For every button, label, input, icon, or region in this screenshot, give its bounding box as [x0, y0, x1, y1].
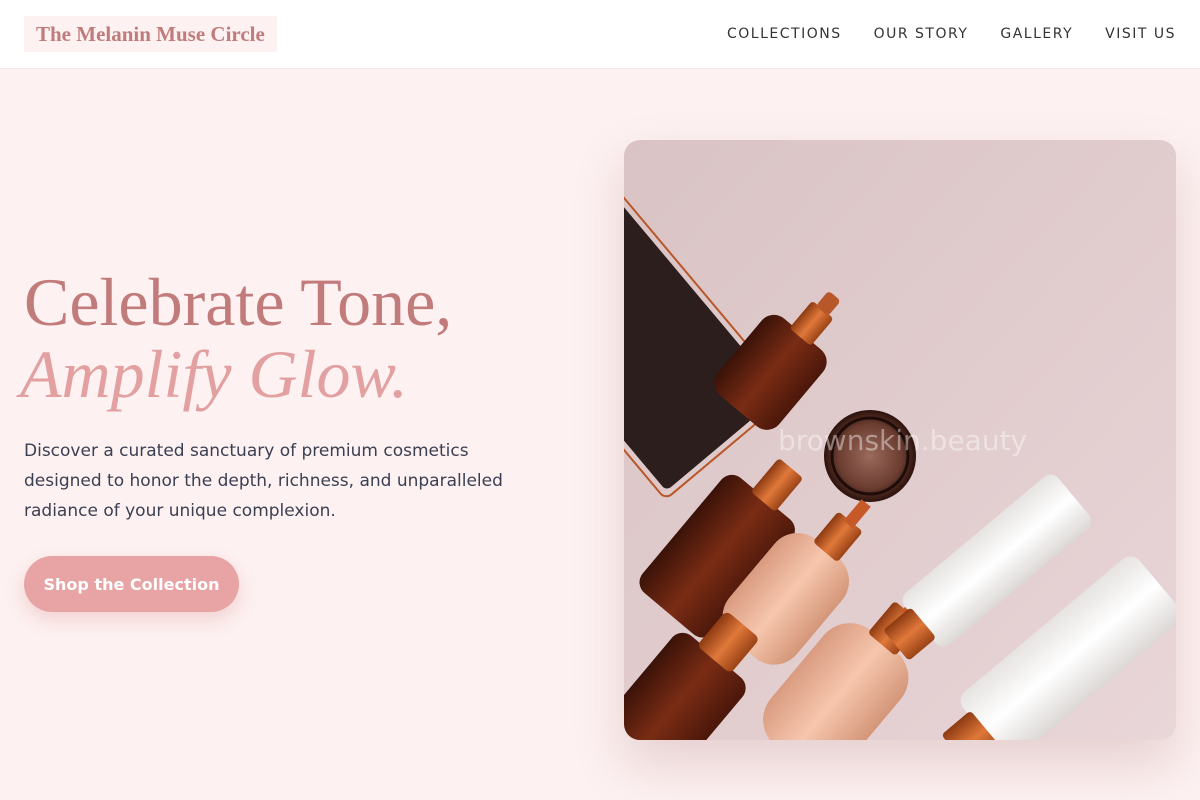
hero-title: Celebrate Tone, Amplify Glow.: [20, 264, 453, 410]
nav-link-collections[interactable]: COLLECTIONS: [727, 26, 842, 42]
image-watermark: brownskin.beauty: [778, 424, 1028, 457]
nav-link-gallery[interactable]: GALLERY: [1000, 26, 1073, 42]
brand-logo[interactable]: The Melanin Muse Circle: [24, 16, 277, 52]
hero-product-image: brownskin.beauty: [624, 140, 1176, 740]
hero-title-line-2: Amplify Glow.: [20, 336, 408, 412]
nav-link-visit-us[interactable]: VISIT US: [1105, 26, 1176, 42]
top-navbar: The Melanin Muse Circle COLLECTIONS OUR …: [0, 0, 1200, 68]
shop-collection-button[interactable]: Shop the Collection: [24, 556, 239, 612]
hero-description: Discover a curated sanctuary of premium …: [24, 441, 503, 521]
nav-link-our-story[interactable]: OUR STORY: [874, 26, 969, 42]
main-nav: COLLECTIONS OUR STORY GALLERY VISIT US: [727, 0, 1176, 68]
hero-title-line-1: Celebrate Tone,: [24, 264, 453, 340]
